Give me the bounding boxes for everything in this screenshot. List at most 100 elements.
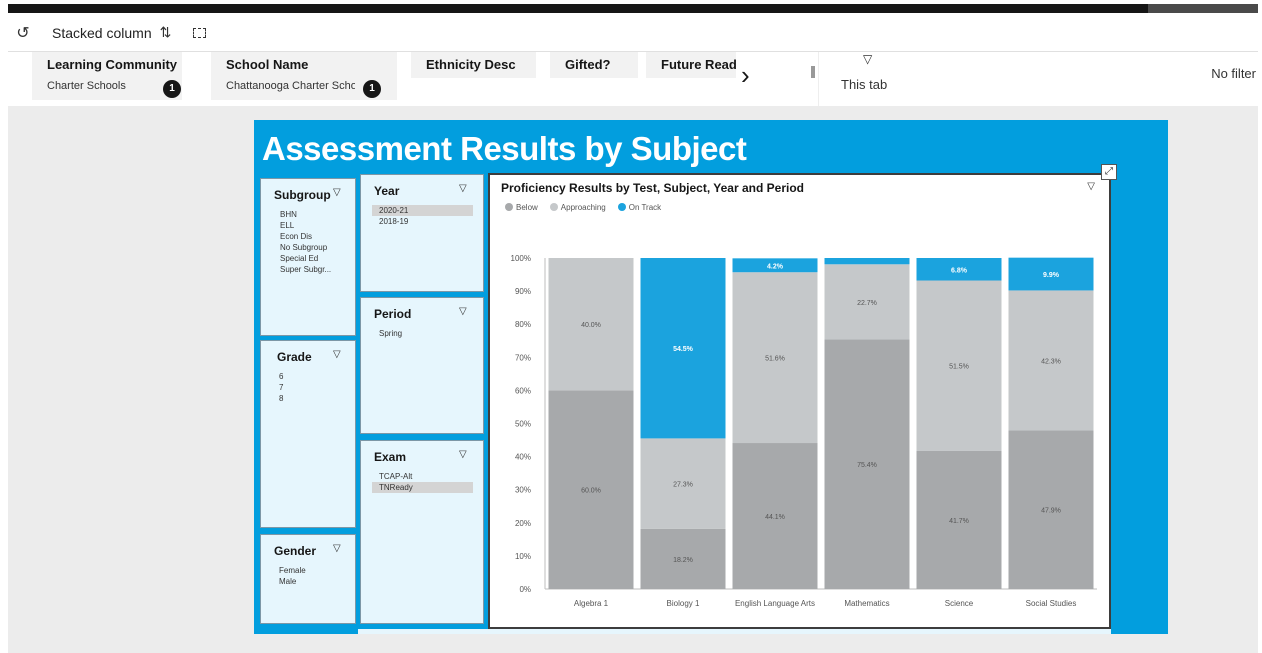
list-item[interactable]: No Subgroup [278,242,331,253]
filter-chip-future-ready[interactable]: Future Read [646,52,736,78]
filter-count-badge: 1 [363,80,381,98]
filter-chip-ethnicity[interactable]: Ethnicity Desc [411,52,536,78]
list-item[interactable]: 2018-19 [372,216,473,227]
undo-icon[interactable]: ↺ [8,23,38,43]
filter-icon[interactable]: ▽ [333,187,341,198]
proficiency-chart-card[interactable]: Proficiency Results by Test, Subject, Ye… [488,173,1111,629]
filter-icon[interactable]: ▽ [459,449,467,460]
exam-items: TCAP-Alt TNReady [372,471,473,493]
list-item[interactable]: ELL [278,220,331,231]
filter-chip-title: Future Read [661,57,736,72]
filter-chip-title: Learning Community [47,57,178,72]
no-filter-label: No filter [1211,66,1256,81]
data-label: 44.1% [765,514,785,521]
filter-chip-gifted[interactable]: Gifted? [550,52,638,78]
data-label: 75.4% [857,462,877,469]
data-label: 18.2% [673,557,693,564]
y-tick-label: 60% [515,386,531,395]
data-label: 60.0% [581,488,601,495]
filter-card-title: Period [374,307,412,321]
list-item[interactable]: Male [277,576,306,587]
filter-card-title: Subgroup [274,188,331,202]
filter-chip-learning-community[interactable]: Learning Community Charter Schools 1 [32,52,182,100]
list-item[interactable]: Female [277,565,306,576]
chevron-right-icon[interactable]: › [741,60,750,91]
app-top-bar [8,4,1258,13]
y-tick-label: 30% [515,486,531,495]
list-item[interactable]: Econ Dis [278,231,331,242]
grade-items: 6 7 8 [277,371,283,404]
filter-card-title: Exam [374,450,407,464]
filter-icon[interactable]: ▽ [459,183,467,194]
filter-card-title: Grade [277,350,312,364]
this-tab-filter-area[interactable]: ▽ This tab No filter [818,52,1256,106]
period-items: Spring [377,328,402,339]
marquee-select-icon[interactable] [193,27,207,38]
filter-count-badge: 1 [163,80,181,98]
data-label: 42.3% [1041,358,1061,365]
list-item[interactable]: Spring [377,328,402,339]
y-tick-label: 70% [515,353,531,362]
card-bottom-strip [358,629,1111,634]
swap-viz-icon[interactable]: ⇅ [160,24,172,41]
expand-icon[interactable]: ⤢ [1101,164,1117,180]
subgroup-items: BHN ELL Econ Dis No Subgroup Special Ed … [278,209,331,275]
x-tick-label: Algebra 1 [574,599,609,608]
list-item[interactable]: TCAP-Alt [372,471,473,482]
y-tick-label: 0% [519,585,531,594]
data-label: 4.2% [767,263,784,270]
list-item[interactable]: BHN [278,209,331,220]
data-label: 51.6% [765,356,785,363]
list-item[interactable]: 6 [277,371,283,382]
filter-icon[interactable]: ▽ [333,543,341,554]
filter-icon: ▽ [863,52,873,66]
list-item[interactable]: 7 [277,382,283,393]
data-label: 22.7% [857,300,877,307]
y-tick-label: 20% [515,519,531,528]
period-filter-card[interactable]: Period ▽ Spring [360,297,484,434]
data-label: 27.3% [673,482,693,489]
subgroup-filter-card[interactable]: Subgroup ▽ BHN ELL Econ Dis No Subgroup … [260,178,356,336]
filter-bar: Learning Community Charter Schools 1 Sch… [8,52,1258,106]
x-tick-label: Mathematics [844,599,889,608]
filter-icon[interactable]: ▽ [333,349,341,360]
list-item-selected[interactable]: 2020-21 [372,205,473,216]
y-tick-label: 10% [515,552,531,561]
data-label: 41.7% [949,518,969,525]
x-tick-label: Biology 1 [667,599,700,608]
data-label: 40.0% [581,322,601,329]
y-tick-label: 50% [515,420,531,429]
y-tick-label: 40% [515,453,531,462]
list-item[interactable]: 8 [277,393,283,404]
x-tick-label: English Language Arts [735,599,815,608]
data-label: 47.9% [1041,508,1061,515]
grade-filter-card[interactable]: Grade ▽ 6 7 8 [260,340,356,528]
bar-segment[interactable] [824,258,910,265]
viz-toolbar: ↺ Stacked column ⇅ [8,14,1258,52]
y-tick-label: 100% [511,254,531,263]
data-label: 6.8% [951,267,968,274]
y-tick-label: 80% [515,320,531,329]
y-tick-label: 90% [515,287,531,296]
x-tick-label: Social Studies [1026,599,1077,608]
filter-chip-title: Ethnicity Desc [426,57,516,72]
filter-card-title: Year [374,184,400,198]
data-label: 54.5% [673,346,694,353]
data-label: 9.9% [1043,272,1060,279]
data-label: 51.5% [949,364,969,371]
year-filter-card[interactable]: Year ▽ 2020-21 2018-19 [360,174,484,292]
filter-card-title: Gender [274,544,317,558]
filter-chip-school-name[interactable]: School Name Chattanooga Charter Scho 1 [211,52,397,100]
filter-chip-value: Chattanooga Charter Scho [226,80,355,92]
year-items: 2020-21 2018-19 [372,205,473,227]
exam-filter-card[interactable]: Exam ▽ TCAP-Alt TNReady [360,440,484,624]
filter-chip-value: Charter Schools [47,80,126,92]
filter-icon[interactable]: ▽ [459,306,467,317]
gender-filter-card[interactable]: Gender ▽ Female Male [260,534,356,624]
scroll-indicator [811,66,815,78]
viz-type-label[interactable]: Stacked column [52,25,152,41]
dashboard-title: Assessment Results by Subject [262,130,747,167]
list-item[interactable]: Super Subgr... [278,264,331,275]
list-item-selected[interactable]: TNReady [372,482,473,493]
list-item[interactable]: Special Ed [278,253,331,264]
